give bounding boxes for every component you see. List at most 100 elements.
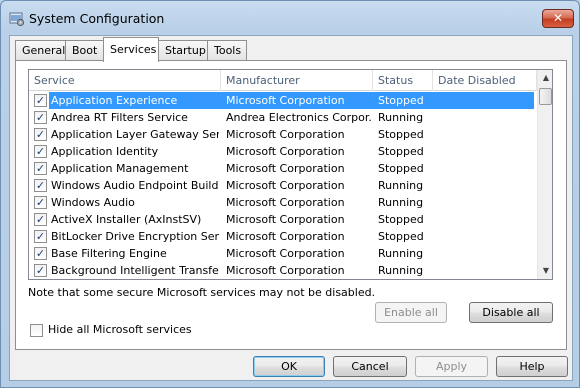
service-name-cell: Application Management [51, 162, 189, 175]
service-checkbox[interactable]: ✓ [34, 111, 47, 124]
table-row[interactable]: ✓Computer BrowserMicrosoft CorporationRu… [29, 279, 537, 280]
table-row[interactable]: ✓ Application Experience Microsoft Corpora… [29, 92, 537, 109]
close-button[interactable]: ✕ [542, 9, 574, 28]
enable-all-button[interactable]: Enable all [375, 302, 447, 323]
tab-services[interactable]: Services [103, 37, 159, 62]
manufacturer-cell: Microsoft Corporation [226, 179, 345, 192]
services-tab-panel: Service Manufacturer Status Date Disable… [15, 60, 567, 350]
service-checkbox[interactable]: ✓ [34, 162, 47, 175]
table-row[interactable]: ✓ ActiveX Installer (AxInstSV) Microsoft C… [29, 211, 537, 228]
service-name-cell: Base Filtering Engine [51, 247, 167, 260]
checkmark-icon: ✓ [35, 213, 46, 226]
tab-tools[interactable]: Tools [207, 40, 247, 60]
service-name-cell: Application Identity [51, 145, 159, 158]
tab-general[interactable]: General [15, 40, 66, 60]
status-cell: Stopped [378, 94, 424, 107]
service-checkbox[interactable]: ✓ [34, 179, 47, 192]
checkmark-icon: ✓ [35, 94, 46, 107]
system-configuration-window: System Configuration ✕ General Boot Serv… [0, 0, 580, 388]
table-row[interactable]: ✓ Application Management Microsoft Corpora… [29, 160, 537, 177]
services-rows: ✓ Application Experience Microsoft Corpora… [29, 92, 537, 280]
service-checkbox[interactable]: ✓ [34, 213, 47, 226]
checkmark-icon: ✓ [35, 247, 46, 260]
checkmark-icon: ✓ [35, 111, 46, 124]
cancel-button[interactable]: Cancel [333, 356, 407, 377]
window-title: System Configuration [29, 11, 165, 26]
checkmark-icon: ✓ [35, 145, 46, 158]
service-name-cell: Application Layer Gateway Service [51, 128, 219, 141]
list-header: Service Manufacturer Status Date Disable… [29, 70, 537, 91]
status-cell: Stopped [378, 230, 424, 243]
disable-all-button[interactable]: Disable all [469, 302, 553, 323]
checkmark-icon: ✓ [35, 162, 46, 175]
service-checkbox[interactable]: ✓ [34, 247, 47, 260]
checkmark-icon: ✓ [35, 196, 46, 209]
manufacturer-cell: Microsoft Corporation [226, 230, 345, 243]
manufacturer-cell: Microsoft Corporation [226, 162, 345, 175]
manufacturer-cell: Microsoft Corporation [226, 213, 345, 226]
table-row[interactable]: ✓ Application Identity Microsoft Corporati… [29, 143, 537, 160]
manufacturer-cell: Microsoft Corporation [226, 94, 345, 107]
secure-services-note: Note that some secure Microsoft services… [28, 286, 376, 299]
column-header-date-disabled[interactable]: Date Disabled [433, 70, 537, 91]
scroll-down-icon[interactable]: ▼ [538, 263, 552, 279]
service-name-cell: Application Experience [51, 94, 178, 107]
manufacturer-cell: Microsoft Corporation [226, 145, 345, 158]
status-cell: Running [378, 111, 424, 124]
manufacturer-cell: Microsoft Corporation [226, 279, 372, 280]
manufacturer-cell: Microsoft Corporation [226, 196, 345, 209]
tab-label: Tools [214, 44, 242, 57]
status-cell: Running [378, 247, 424, 260]
service-checkbox[interactable]: ✓ [34, 230, 47, 243]
manufacturer-cell: Microsoft Corporation [226, 247, 345, 260]
service-name-cell: Background Intelligent Transfer ... [51, 264, 219, 277]
hide-microsoft-services-label: Hide all Microsoft services [48, 323, 192, 336]
scroll-up-icon[interactable]: ▲ [538, 70, 552, 86]
services-list[interactable]: Service Manufacturer Status Date Disable… [28, 69, 553, 280]
table-row[interactable]: ✓ BitLocker Drive Encryption Service Micro… [29, 228, 537, 245]
manufacturer-cell: Andrea Electronics Corpor... [226, 111, 372, 124]
table-row[interactable]: ✓ Windows Audio Endpoint Builder Microsoft… [29, 177, 537, 194]
service-checkbox[interactable]: ✓ [34, 145, 47, 158]
service-name-cell: Windows Audio Endpoint Builder [51, 179, 219, 192]
status-cell: Running [378, 179, 424, 192]
tab-startup[interactable]: Startup [158, 40, 208, 60]
tab-label: General [22, 44, 66, 57]
status-cell: Stopped [378, 162, 424, 175]
ok-button[interactable]: OK [253, 356, 325, 377]
checkbox-box[interactable] [30, 324, 43, 337]
column-header-status[interactable]: Status [373, 70, 433, 91]
tab-label: Services [110, 43, 157, 56]
manufacturer-cell: Microsoft Corporation [226, 264, 345, 277]
vertical-scrollbar[interactable]: ▲ ▼ [537, 70, 552, 279]
status-cell: Running [378, 264, 424, 277]
checkmark-icon: ✓ [35, 264, 46, 277]
status-cell: Running [378, 196, 424, 209]
status-cell: Stopped [378, 145, 424, 158]
scrollbar-thumb[interactable] [539, 88, 552, 105]
table-row[interactable]: ✓ Windows Audio Microsoft Corporation Runni… [29, 194, 537, 211]
service-checkbox[interactable]: ✓ [34, 196, 47, 209]
service-name-cell: BitLocker Drive Encryption Service [51, 230, 219, 243]
service-checkbox[interactable]: ✓ [34, 128, 47, 141]
table-row[interactable]: ✓ Base Filtering Engine Microsoft Corporat… [29, 245, 537, 262]
column-header-manufacturer[interactable]: Manufacturer [221, 70, 373, 91]
column-header-service[interactable]: Service [29, 70, 221, 91]
close-icon: ✕ [552, 11, 564, 25]
apply-button[interactable]: Apply [415, 356, 488, 377]
tab-label: Startup [165, 44, 206, 57]
table-row[interactable]: ✓ Background Intelligent Transfer ... Micr… [29, 262, 537, 279]
table-row[interactable]: ✓ Andrea RT Filters Service Andrea Electro… [29, 109, 537, 126]
tab-boot[interactable]: Boot [65, 40, 104, 60]
status-cell: Stopped [378, 128, 424, 141]
table-row[interactable]: ✓ Application Layer Gateway Service Micros… [29, 126, 537, 143]
service-checkbox[interactable]: ✓ [34, 264, 47, 277]
help-button[interactable]: Help [496, 356, 568, 377]
dialog-client-area: General Boot Services Startup Tools Serv… [9, 35, 573, 381]
service-name-cell: ActiveX Installer (AxInstSV) [51, 213, 202, 226]
service-name-cell: Windows Audio [51, 196, 135, 209]
status-cell: Stopped [378, 213, 424, 226]
checkmark-icon: ✓ [35, 179, 46, 192]
title-bar[interactable]: System Configuration ✕ [1, 1, 579, 35]
service-checkbox[interactable]: ✓ [34, 94, 47, 107]
